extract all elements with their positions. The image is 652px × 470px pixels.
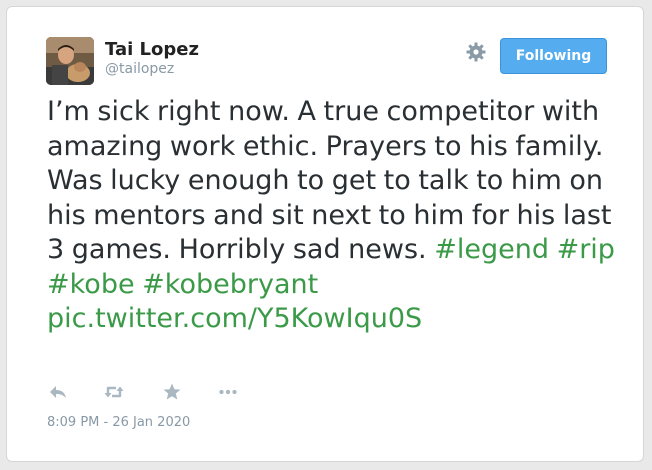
pic-link[interactable]: pic.twitter.com/Y5KowIqu0S <box>47 303 422 334</box>
hashtag-kobe[interactable]: #kobe <box>47 269 135 300</box>
gear-icon[interactable] <box>465 41 487 63</box>
author-handle[interactable]: @tailopez <box>105 61 174 77</box>
more-dots-icon[interactable] <box>217 381 239 403</box>
author-name[interactable]: Tai Lopez <box>105 39 199 60</box>
reply-icon[interactable] <box>47 381 69 403</box>
avatar[interactable] <box>46 37 94 85</box>
hashtag-rip[interactable]: #rip <box>557 234 615 265</box>
hashtag-kobebryant[interactable]: #kobebryant <box>142 269 318 300</box>
following-button[interactable]: Following <box>500 38 607 74</box>
tweet-text: I’m sick right now. A true competitor wi… <box>47 95 627 337</box>
tweet-card: Tai Lopez @tailopez Following I’m sick r… <box>6 6 644 462</box>
tweet-timestamp[interactable]: 8:09 PM - 26 Jan 2020 <box>47 415 190 430</box>
like-star-icon[interactable] <box>161 381 183 403</box>
retweet-icon[interactable] <box>103 381 125 403</box>
hashtag-legend[interactable]: #legend <box>434 234 549 265</box>
